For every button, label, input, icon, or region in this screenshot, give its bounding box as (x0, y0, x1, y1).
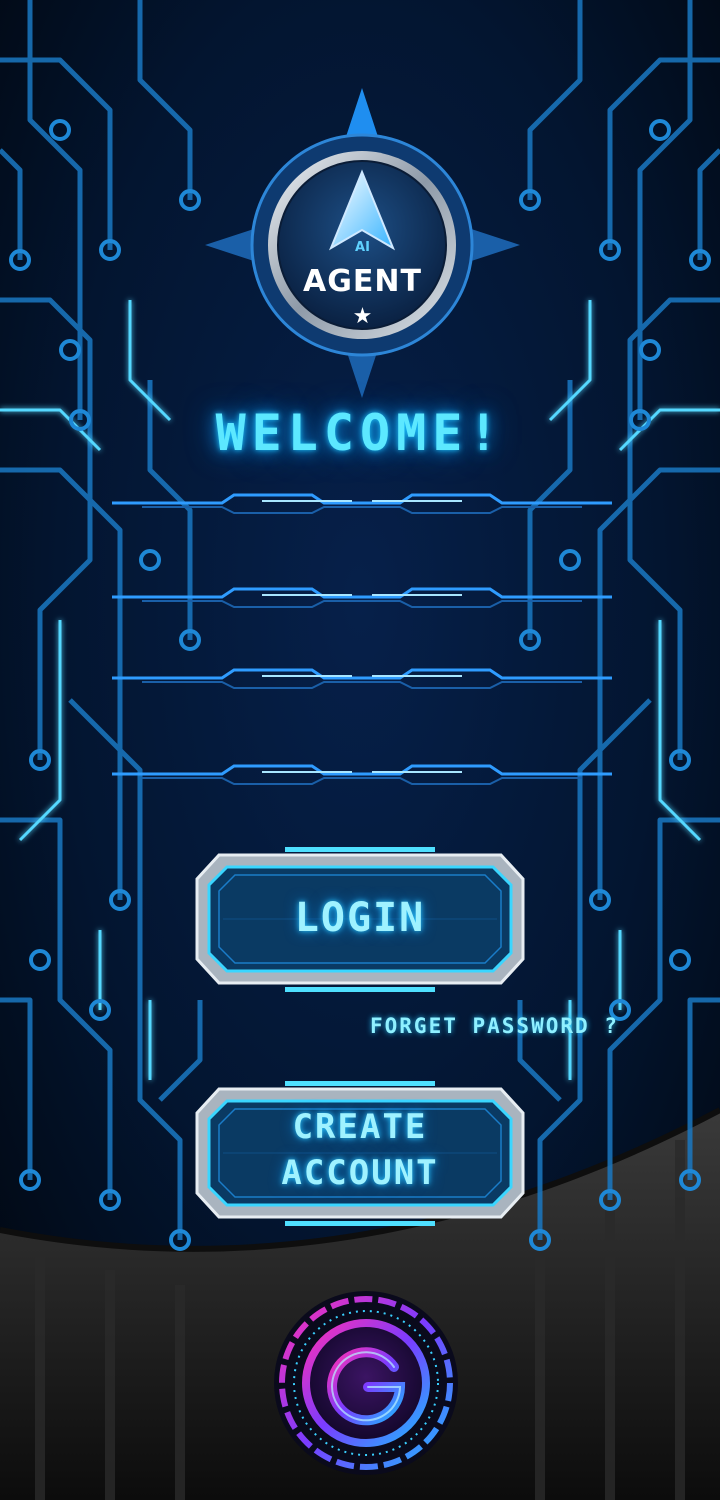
logo-ai-label: AI (355, 240, 370, 255)
logo-star-icon: ★ (352, 304, 373, 329)
forgot-password-link[interactable]: FORGET PASSWORD ? (370, 1014, 715, 1038)
create-account-label-line2: ACCOUNT (281, 1153, 439, 1193)
confirm-password-field[interactable] (112, 760, 612, 786)
password-field[interactable] (112, 664, 612, 690)
login-button-label: LOGIN (294, 895, 426, 941)
logo-brand-text: AGENT (303, 264, 422, 299)
google-signin-button[interactable] (270, 1287, 462, 1479)
login-button[interactable]: LOGIN (193, 847, 527, 992)
welcome-title: WELCOME! (215, 404, 505, 462)
email-field[interactable] (112, 583, 612, 609)
agent-logo: AI AGENT ★ (205, 88, 520, 398)
google-icon (274, 1291, 458, 1475)
create-account-button[interactable]: CREATE ACCOUNT (193, 1081, 527, 1226)
create-account-label-line1: CREATE (292, 1107, 428, 1147)
username-field[interactable] (112, 489, 612, 515)
